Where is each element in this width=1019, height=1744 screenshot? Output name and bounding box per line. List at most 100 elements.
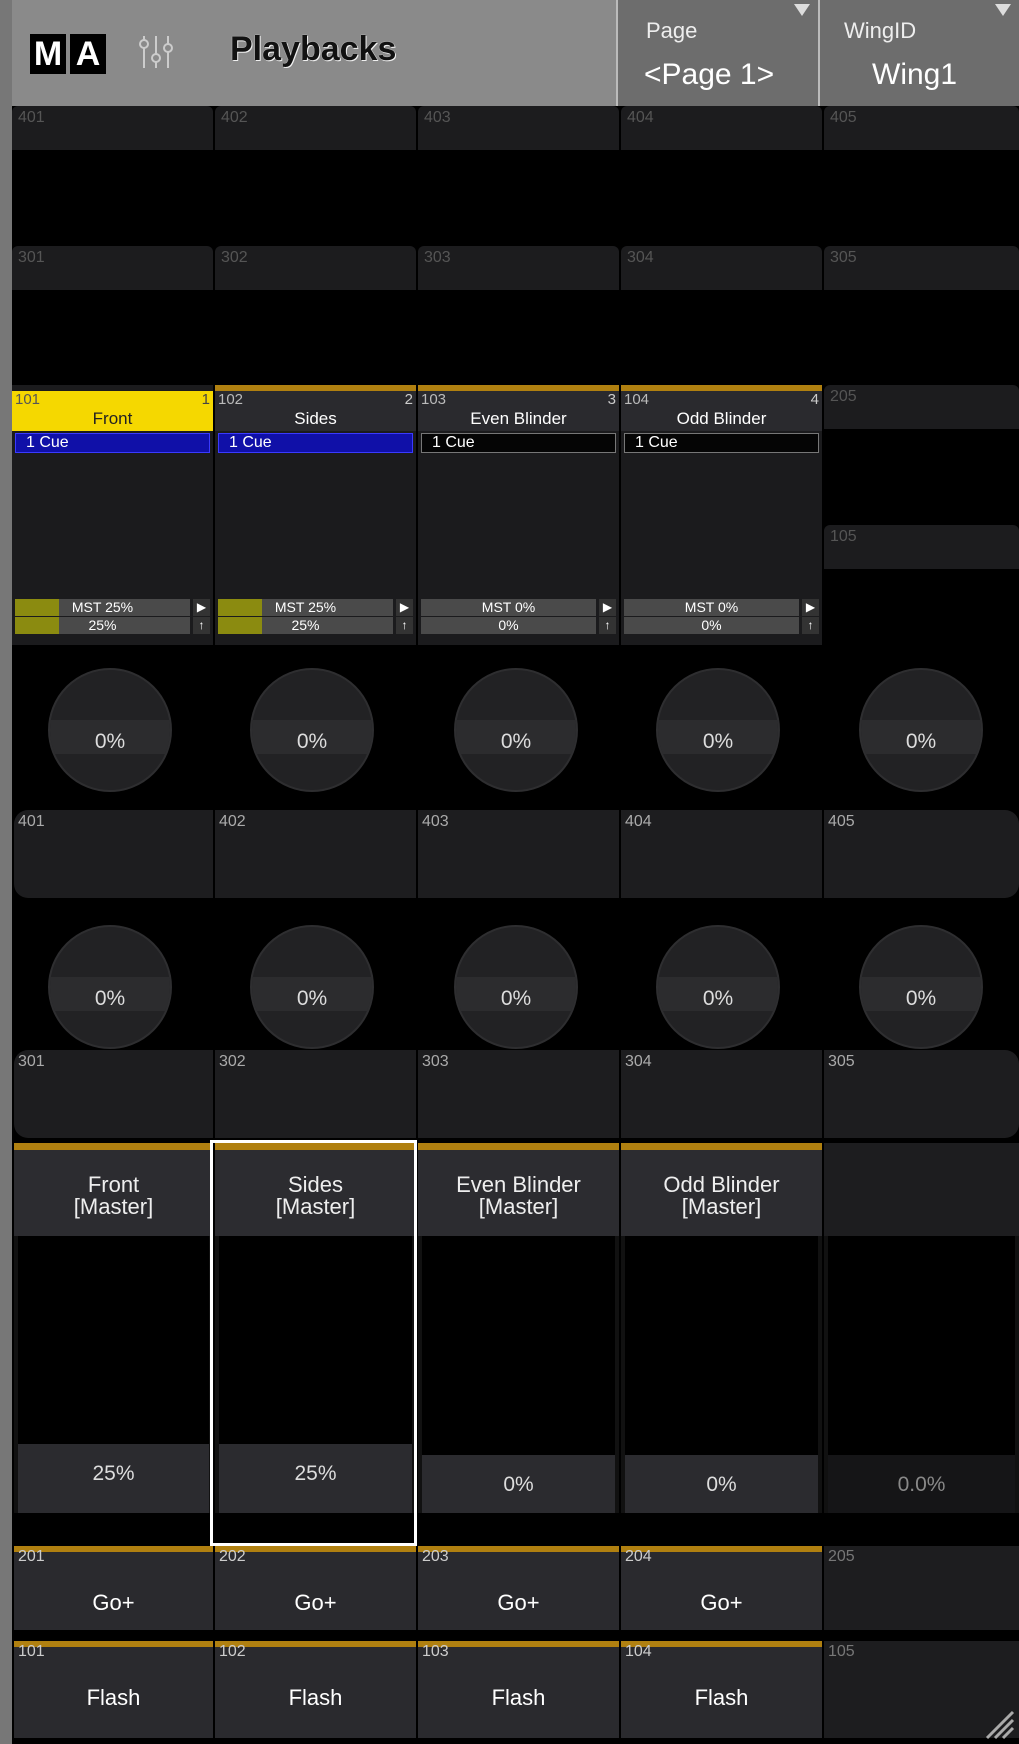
button-label: Go+	[700, 1590, 743, 1615]
encoder-knob[interactable]: 0%	[250, 668, 374, 792]
executor-number: 301	[18, 249, 45, 266]
executor-304-button[interactable]: 304	[621, 1050, 822, 1138]
button-number: 202	[219, 1548, 246, 1565]
executor-403[interactable]: 403	[418, 106, 619, 150]
page-selector[interactable]: Page <Page 1>	[616, 0, 818, 106]
executor-number: 402	[219, 813, 246, 830]
flash-button-101[interactable]: 101 Flash	[14, 1641, 213, 1738]
executor-401-button[interactable]: 401	[14, 810, 213, 898]
arrow-up-icon[interactable]: ↑	[396, 617, 413, 634]
executor-103[interactable]: 103 3 Even Blinder 1 Cue MST 0% ▶ 0% ↑	[418, 385, 619, 645]
wing-value: Wing1	[872, 58, 958, 91]
go-button-203[interactable]: 203 Go+	[418, 1546, 619, 1630]
fader-track[interactable]: 0%	[422, 1236, 615, 1513]
executor-402-button[interactable]: 402	[215, 810, 416, 898]
button-number: 101	[18, 1643, 45, 1660]
executor-403-button[interactable]: 403	[418, 810, 619, 898]
executor-102[interactable]: 102 2 Sides 1 Cue MST 25% ▶ 25% ↑	[215, 385, 416, 645]
executor-405[interactable]: 405	[824, 106, 1019, 150]
fader-even-blinder[interactable]: Even Blinder [Master] 0%	[418, 1143, 619, 1513]
knob-value: 0%	[905, 730, 937, 753]
mst-row: MST 25%	[218, 599, 393, 616]
mst-row: MST 0%	[421, 599, 596, 616]
encoder-knob[interactable]: 0%	[48, 925, 172, 1049]
fader-empty[interactable]: 0.0%	[824, 1143, 1019, 1513]
executor-304[interactable]: 304	[621, 246, 822, 290]
encoder-knob[interactable]: 0%	[656, 668, 780, 792]
selection-highlight	[210, 1140, 417, 1546]
logo-letter-m: M	[30, 34, 66, 74]
fader-track[interactable]: 0.0%	[828, 1236, 1015, 1513]
executor-405-button[interactable]: 405	[824, 810, 1019, 898]
executor-header[interactable]: 103 3 Even Blinder	[418, 391, 619, 431]
executor-105[interactable]: 105	[824, 525, 1019, 569]
arrow-up-icon[interactable]: ↑	[193, 617, 210, 634]
fader-odd-blinder[interactable]: Odd Blinder [Master] 0%	[621, 1143, 822, 1513]
executor-301[interactable]: 301	[12, 246, 213, 290]
fader-value: 0%	[706, 1473, 737, 1496]
fader-accent	[621, 1143, 822, 1150]
button-number: 102	[219, 1643, 246, 1660]
executor-name: Even Blinder	[470, 409, 567, 428]
fader-name-text: Odd Blinder	[663, 1172, 780, 1197]
wing-selector[interactable]: WingID Wing1	[818, 0, 1019, 106]
fader-track[interactable]: 0%	[625, 1236, 818, 1513]
play-icon[interactable]: ▶	[599, 599, 616, 616]
arrow-up-icon[interactable]: ↑	[802, 617, 819, 634]
executor-number: 404	[627, 109, 654, 126]
executor-305[interactable]: 305	[824, 246, 1019, 290]
go-button-201[interactable]: 201 Go+	[14, 1546, 213, 1630]
logo-letter-a: A	[70, 34, 106, 74]
executor-401[interactable]: 401	[12, 106, 213, 150]
cue-bar[interactable]: 1 Cue	[421, 433, 616, 453]
play-icon[interactable]: ▶	[396, 599, 413, 616]
encoder-knob[interactable]: 0%	[656, 925, 780, 1049]
encoder-knob[interactable]: 0%	[859, 668, 983, 792]
executor-number: 105	[830, 528, 857, 545]
flash-button-103[interactable]: 103 Flash	[418, 1641, 619, 1738]
executor-301-button[interactable]: 301	[14, 1050, 213, 1138]
fader-front[interactable]: Front [Master] 25%	[14, 1143, 213, 1513]
fader-name: Front [Master]	[14, 1150, 213, 1236]
executor-header[interactable]: 101 1 Front	[12, 391, 213, 431]
executor-header[interactable]: 104 4 Odd Blinder	[621, 391, 822, 431]
executor-404-button[interactable]: 404	[621, 810, 822, 898]
executor-104[interactable]: 104 4 Odd Blinder 1 Cue MST 0% ▶ 0% ↑	[621, 385, 822, 645]
executor-page-number: 3	[607, 391, 616, 408]
play-icon[interactable]: ▶	[802, 599, 819, 616]
executor-302-button[interactable]: 302	[215, 1050, 416, 1138]
executor-302[interactable]: 302	[215, 246, 416, 290]
wing-label: WingID	[844, 18, 917, 43]
flash-button-102[interactable]: 102 Flash	[215, 1641, 416, 1738]
executor-205[interactable]: 205	[824, 385, 1019, 429]
fader-name-text: Even Blinder	[456, 1172, 581, 1197]
resize-grip-icon[interactable]	[979, 1704, 1015, 1740]
go-button-205[interactable]: 205	[824, 1546, 1019, 1630]
encoder-knob[interactable]: 0%	[859, 925, 983, 1049]
fader-track[interactable]: 25%	[18, 1236, 209, 1513]
dropdown-corner-icon	[995, 4, 1011, 16]
cue-bar[interactable]: 1 Cue	[624, 433, 819, 453]
executor-header[interactable]: 102 2 Sides	[215, 391, 416, 431]
ma-logo[interactable]: M A	[30, 34, 106, 74]
executor-101[interactable]: 101 1 Front 1 Cue MST 25% ▶ 25% ↑	[12, 385, 213, 645]
executor-305-button[interactable]: 305	[824, 1050, 1019, 1138]
arrow-up-icon[interactable]: ↑	[599, 617, 616, 634]
executor-303-button[interactable]: 303	[418, 1050, 619, 1138]
executor-303[interactable]: 303	[418, 246, 619, 290]
go-button-204[interactable]: 204 Go+	[621, 1546, 822, 1630]
executor-402[interactable]: 402	[215, 106, 416, 150]
play-icon[interactable]: ▶	[193, 599, 210, 616]
flash-button-104[interactable]: 104 Flash	[621, 1641, 822, 1738]
cue-bar[interactable]: 1 Cue	[15, 433, 210, 453]
button-label: Flash	[491, 1685, 546, 1710]
fader-name-text: Front	[87, 1172, 140, 1197]
mixer-icon[interactable]	[136, 32, 176, 72]
encoder-knob[interactable]: 0%	[454, 668, 578, 792]
cue-bar[interactable]: 1 Cue	[218, 433, 413, 453]
encoder-knob[interactable]: 0%	[454, 925, 578, 1049]
executor-404[interactable]: 404	[621, 106, 822, 150]
encoder-knob[interactable]: 0%	[48, 668, 172, 792]
go-button-202[interactable]: 202 Go+	[215, 1546, 416, 1630]
encoder-knob[interactable]: 0%	[250, 925, 374, 1049]
